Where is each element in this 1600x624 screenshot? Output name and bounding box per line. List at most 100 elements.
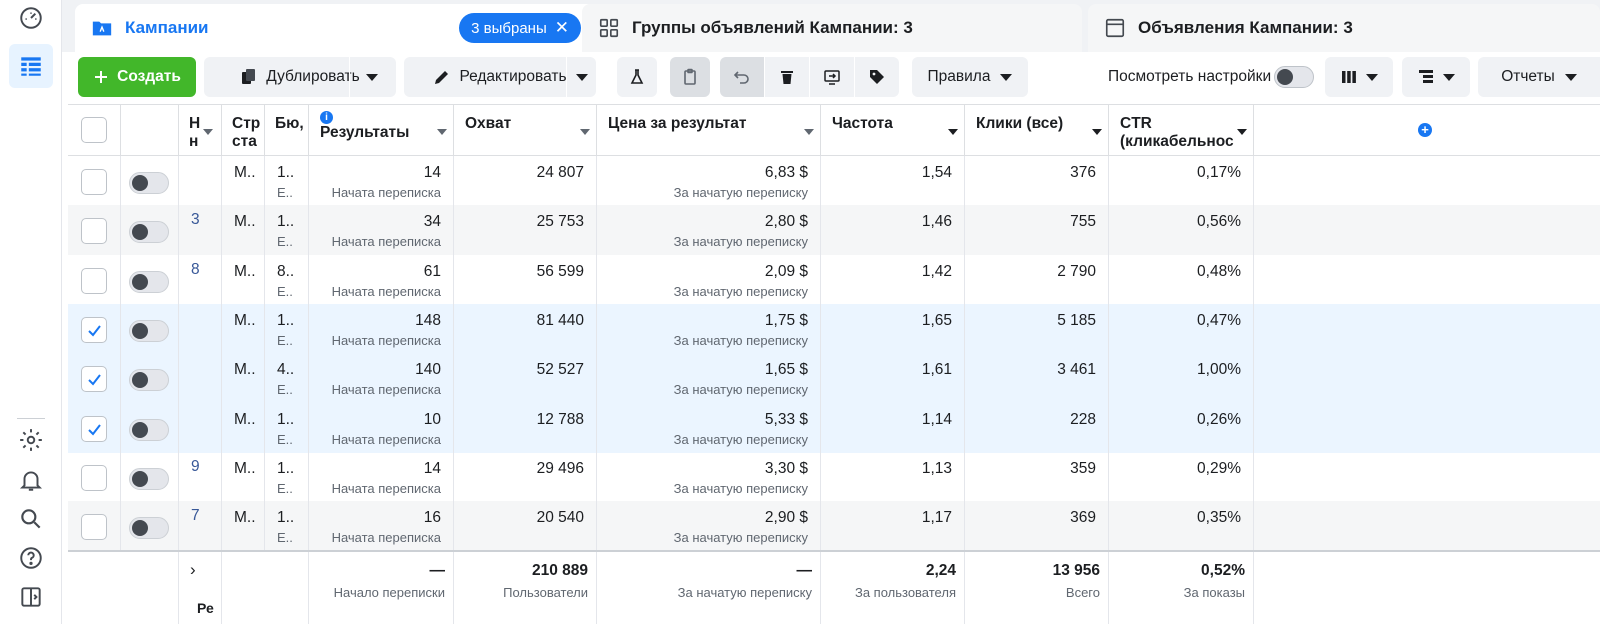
cell-freq-value: 1,65 — [921, 311, 952, 329]
campaign-status-toggle[interactable] — [129, 418, 169, 441]
plus-icon — [95, 71, 108, 83]
campaign-status-toggle[interactable] — [129, 172, 169, 194]
row-checkbox[interactable] — [81, 514, 107, 541]
undo-button[interactable] — [720, 57, 764, 97]
create-button[interactable]: Создать — [78, 57, 196, 97]
rules-button[interactable]: Правила — [912, 57, 1028, 97]
header-frequency[interactable]: Частота — [821, 105, 965, 156]
info-icon[interactable]: i — [320, 111, 333, 124]
header-budget[interactable]: Бю, — [265, 105, 309, 156]
view-settings-toggle[interactable] — [1274, 66, 1314, 88]
cell-budget-sub: Е.. — [277, 431, 293, 447]
toggle-knob — [132, 273, 148, 290]
table-row[interactable]: М.. 4.. Е.. 140 Начата переписка 52 527 1,65 $… — [68, 353, 1600, 404]
select-all-checkbox[interactable] — [81, 117, 107, 143]
campaign-status-toggle[interactable] — [129, 517, 169, 540]
row-checkbox[interactable] — [81, 415, 107, 442]
row-checkbox[interactable] — [81, 316, 107, 343]
cell-clicks-value: 5 185 — [1057, 311, 1096, 329]
footer-ctr: 0,52% За показы — [1109, 552, 1254, 624]
footer-expand[interactable]: › Ре — [179, 552, 222, 624]
footer-results-value: — — [429, 562, 446, 579]
header-reach[interactable]: Охват — [454, 105, 597, 156]
cell-reach: 20 540 — [454, 501, 597, 552]
search-icon[interactable] — [9, 497, 53, 541]
row-toggle-cell — [121, 303, 179, 354]
row-checkbox[interactable] — [81, 464, 107, 491]
cell-cost-sub: За начатую переписку — [673, 530, 808, 546]
tab-adsets[interactable]: Группы объявлений Кампании: 3 — [582, 4, 1082, 52]
table-row[interactable]: 7 М.. 1.. Е.. 16 Начата переписка 20 540 2,90 $… — [68, 501, 1600, 552]
table-row[interactable]: 3 М.. 1.. Е.. 34 Начата переписка 25 753 2,80 $… — [68, 205, 1600, 256]
cell-cost-value: 6,83 $ — [764, 164, 808, 181]
row-checkbox[interactable] — [81, 267, 107, 294]
columns-button[interactable] — [1325, 57, 1393, 97]
cell-name-value[interactable]: 7 — [191, 507, 200, 525]
cell-name-value[interactable]: 9 — [191, 458, 200, 476]
cell-clicks: 755 — [965, 205, 1109, 256]
campaigns-table-icon[interactable] — [9, 44, 53, 88]
header-ctr[interactable]: CTR (кликабельнос — [1109, 105, 1254, 156]
cell-name-value[interactable]: 8 — [191, 261, 200, 279]
ab-test-button[interactable] — [617, 57, 657, 97]
row-checkbox[interactable] — [81, 366, 107, 393]
header-cost[interactable]: Цена за результат — [597, 105, 821, 156]
header-name[interactable]: Н н — [179, 105, 222, 156]
close-icon[interactable]: ✕ — [555, 18, 569, 38]
cell-budget: 1.. Е.. — [265, 205, 309, 256]
panel-toggle-icon[interactable] — [9, 575, 53, 619]
footer-results-sub: Начало переписки — [333, 585, 445, 600]
chevron-down-icon[interactable] — [366, 74, 378, 81]
chevron-down-icon[interactable] — [576, 74, 588, 81]
review-button[interactable] — [810, 57, 854, 97]
cell-ctr: 0,47% — [1109, 303, 1254, 354]
chevron-right-icon[interactable]: › — [190, 560, 196, 580]
cell-budget: 8.. Е.. — [265, 254, 309, 305]
row-checkbox-cell — [68, 451, 121, 502]
table-row[interactable]: 8 М.. 8.. Е.. 61 Начата переписка 56 599 2,09 $… — [68, 254, 1600, 305]
gear-icon[interactable] — [9, 418, 53, 462]
header-clicks[interactable]: Клики (все) — [965, 105, 1109, 156]
tag-button[interactable] — [855, 57, 899, 97]
campaign-status-toggle[interactable] — [129, 369, 169, 392]
row-checkbox[interactable] — [81, 169, 107, 195]
cell-reach-value: 52 527 — [536, 361, 584, 379]
add-column-icon[interactable]: + — [1418, 123, 1432, 137]
table-row[interactable]: М.. 1.. Е.. 10 Начата переписка 12 788 5,33 $ З… — [68, 402, 1600, 453]
duplicate-button[interactable]: Дублировать — [204, 57, 396, 97]
cell-ctr-value: 1,00% — [1197, 361, 1241, 379]
row-checkbox[interactable] — [81, 218, 107, 245]
create-label: Создать — [117, 68, 181, 85]
table-row[interactable]: М.. 1.. Е.. 14 Начата переписка 24 807 6,83 $ З… — [68, 156, 1600, 206]
cell-budget-value: 8.. — [277, 262, 295, 280]
selection-badge-label: 3 выбраны — [471, 19, 547, 37]
table-row[interactable]: М.. 1.. Е.. 148 Начата переписка 81 440 1,75 $… — [68, 303, 1600, 354]
footer-reach-value: 210 889 — [531, 562, 588, 579]
header-delivery[interactable]: Стр ста — [222, 105, 265, 156]
dashboard-gauge-icon[interactable] — [9, 0, 53, 40]
cell-name-value[interactable]: 3 — [191, 211, 200, 229]
campaign-status-toggle[interactable] — [129, 319, 169, 342]
selection-badge[interactable]: 3 выбраны ✕ — [459, 13, 581, 43]
cell-clicks: 3 461 — [965, 353, 1109, 404]
paste-button[interactable] — [670, 57, 710, 97]
cell-clicks: 228 — [965, 402, 1109, 453]
cell-status: М.. — [222, 451, 265, 502]
row-checkbox-cell — [68, 353, 121, 404]
delete-button[interactable] — [765, 57, 809, 97]
reports-button[interactable]: Отчеты — [1478, 57, 1600, 97]
campaign-status-toggle[interactable] — [129, 467, 169, 490]
tab-campaigns[interactable]: Кампании 3 выбраны ✕ — [75, 4, 595, 52]
header-results[interactable]: i Результаты — [309, 105, 454, 156]
cell-ctr-value: 0,35% — [1197, 509, 1241, 527]
help-icon[interactable] — [9, 536, 53, 580]
bell-icon[interactable] — [9, 458, 53, 502]
table-row[interactable]: 9 М.. 1.. Е.. 14 Начата переписка 29 496 3,30 $… — [68, 451, 1600, 502]
campaign-status-toggle[interactable] — [129, 270, 169, 293]
tab-ads[interactable]: Объявления Кампании: 3 — [1088, 4, 1600, 52]
campaign-status-toggle[interactable] — [129, 221, 169, 244]
cell-results: 16 Начата переписка — [309, 501, 454, 552]
edit-button[interactable]: Редактировать — [404, 57, 596, 97]
breakdown-button[interactable] — [1402, 57, 1470, 97]
footer-frequency-value: 2,24 — [925, 562, 956, 579]
